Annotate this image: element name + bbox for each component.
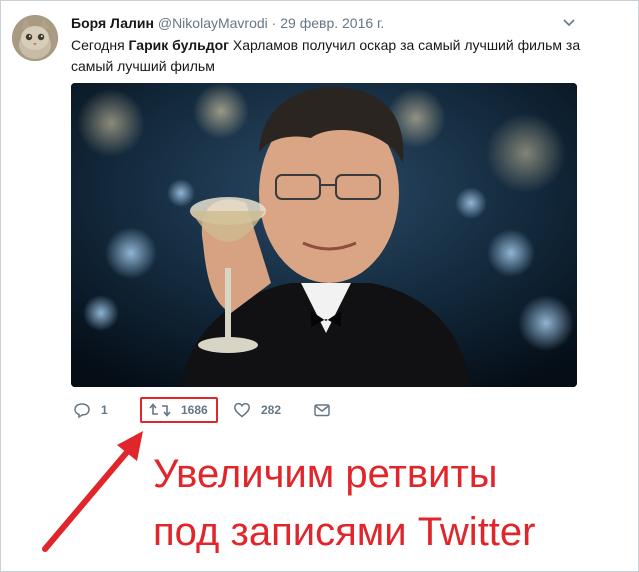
tweet-text-before: Сегодня xyxy=(71,37,129,53)
like-button[interactable]: 282 xyxy=(233,399,281,421)
tweet-card: Боря Лалин @NikolayMavrodi · 29 февр. 20… xyxy=(0,0,639,572)
chevron-down-icon[interactable] xyxy=(561,15,577,31)
avatar[interactable] xyxy=(12,15,58,61)
tweet-header: Боря Лалин @NikolayMavrodi · 29 февр. 20… xyxy=(71,15,384,31)
author-handle[interactable]: @NikolayMavrodi xyxy=(158,15,268,31)
direct-message-button[interactable] xyxy=(313,399,331,421)
tweet-text-mention[interactable]: Гарик бульдог xyxy=(129,37,229,53)
message-icon xyxy=(313,401,331,419)
tweet-actions: 1 1686 282 xyxy=(71,399,371,423)
tweet-text: Сегодня Гарик бульдог Харламов получил о… xyxy=(71,35,591,77)
author-name[interactable]: Боря Лалин xyxy=(71,15,154,31)
header-separator: · xyxy=(271,15,277,31)
annotation-text: Увеличим ретвиты под записями Twitter xyxy=(153,445,535,561)
tweet-photo[interactable] xyxy=(71,83,577,387)
annotation-line-1: Увеличим ретвиты xyxy=(153,452,498,496)
reply-count: 1 xyxy=(101,403,108,417)
tweet-date[interactable]: 29 февр. 2016 г. xyxy=(280,15,384,31)
annotation-arrow-icon xyxy=(42,431,143,552)
reply-button[interactable]: 1 xyxy=(73,399,108,421)
like-count: 282 xyxy=(261,403,282,417)
like-icon xyxy=(233,401,251,419)
reply-icon xyxy=(73,401,91,419)
retweet-highlight-box xyxy=(140,397,218,423)
annotation-line-2: под записями Twitter xyxy=(153,510,536,554)
